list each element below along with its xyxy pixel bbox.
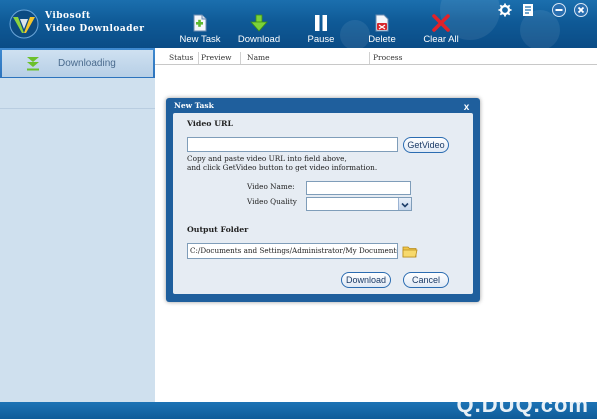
dropdown-arrow[interactable] <box>398 198 411 210</box>
new-task-label: New Task <box>179 34 221 45</box>
getvideo-button[interactable]: GetVideo <box>403 137 449 153</box>
pause-button[interactable]: Pause <box>289 14 353 48</box>
sidebar-header: Downloading <box>0 48 155 78</box>
delete-button[interactable]: Delete <box>350 14 414 48</box>
clear-all-icon <box>432 14 450 32</box>
app-header: Vibosoft Video Downloader New Task Downl… <box>0 0 597 48</box>
output-folder-field[interactable]: C:/Documents and Settings/Administrator/… <box>187 243 398 259</box>
column-divider <box>240 52 241 64</box>
sidebar-divider <box>0 108 155 109</box>
sidebar: Downloading <box>0 48 155 402</box>
watermark: Q.DUQ.com <box>456 392 589 417</box>
vibosoft-logo-icon <box>9 9 39 39</box>
video-quality-label: Video Quality <box>247 197 297 206</box>
output-folder-heading: Output Folder <box>187 225 249 234</box>
table-header: Status Preview Name Process <box>155 50 597 65</box>
video-quality-select[interactable] <box>306 197 412 211</box>
status-bar: Q.DUQ.com <box>0 392 597 419</box>
brand-line-2: Video Downloader <box>45 24 145 34</box>
video-name-field[interactable] <box>306 181 411 195</box>
gear-icon[interactable] <box>498 3 512 17</box>
download-arrow-icon <box>27 57 39 71</box>
sidebar-item-downloading[interactable]: Downloading <box>2 50 153 77</box>
clear-all-button[interactable]: Clear All <box>409 14 473 48</box>
column-process[interactable]: Process <box>373 53 402 62</box>
pause-label: Pause <box>307 34 335 45</box>
video-url-input[interactable] <box>187 137 398 152</box>
dialog-body: Video URL GetVideo Copy and paste video … <box>173 113 473 294</box>
folder-icon[interactable] <box>402 244 418 258</box>
new-task-button[interactable]: New Task <box>168 14 232 48</box>
dialog-title: New Task <box>174 101 214 110</box>
column-name[interactable]: Name <box>247 53 270 62</box>
download-label: Download <box>237 34 281 45</box>
video-url-heading: Video URL <box>187 119 233 128</box>
new-task-dialog: New Task x Video URL GetVideo Copy and p… <box>166 98 480 302</box>
column-preview[interactable]: Preview <box>201 53 232 62</box>
hint-text-line-2: and click GetVideo button to get video i… <box>187 163 378 172</box>
column-status[interactable]: Status <box>169 53 193 62</box>
new-task-icon <box>193 14 207 32</box>
cancel-button[interactable]: Cancel <box>403 272 449 288</box>
close-icon[interactable] <box>574 3 588 17</box>
download-confirm-button[interactable]: Download <box>341 272 391 288</box>
clear-all-label: Clear All <box>423 34 459 45</box>
delete-icon <box>375 14 389 32</box>
column-divider <box>198 52 199 64</box>
pause-icon <box>315 15 327 31</box>
register-icon[interactable] <box>521 3 535 17</box>
video-name-label: Video Name: <box>247 182 295 191</box>
column-divider <box>369 52 370 64</box>
chevron-down-icon <box>401 202 409 208</box>
minimize-icon[interactable] <box>552 3 566 17</box>
delete-label: Delete <box>368 34 396 45</box>
brand-line-1: Vibosoft <box>45 11 91 21</box>
hint-text-line-1: Copy and paste video URL into field abov… <box>187 154 347 163</box>
download-arrow-icon <box>250 14 268 32</box>
download-button[interactable]: Download <box>227 14 291 48</box>
sidebar-item-label: Downloading <box>58 58 116 69</box>
